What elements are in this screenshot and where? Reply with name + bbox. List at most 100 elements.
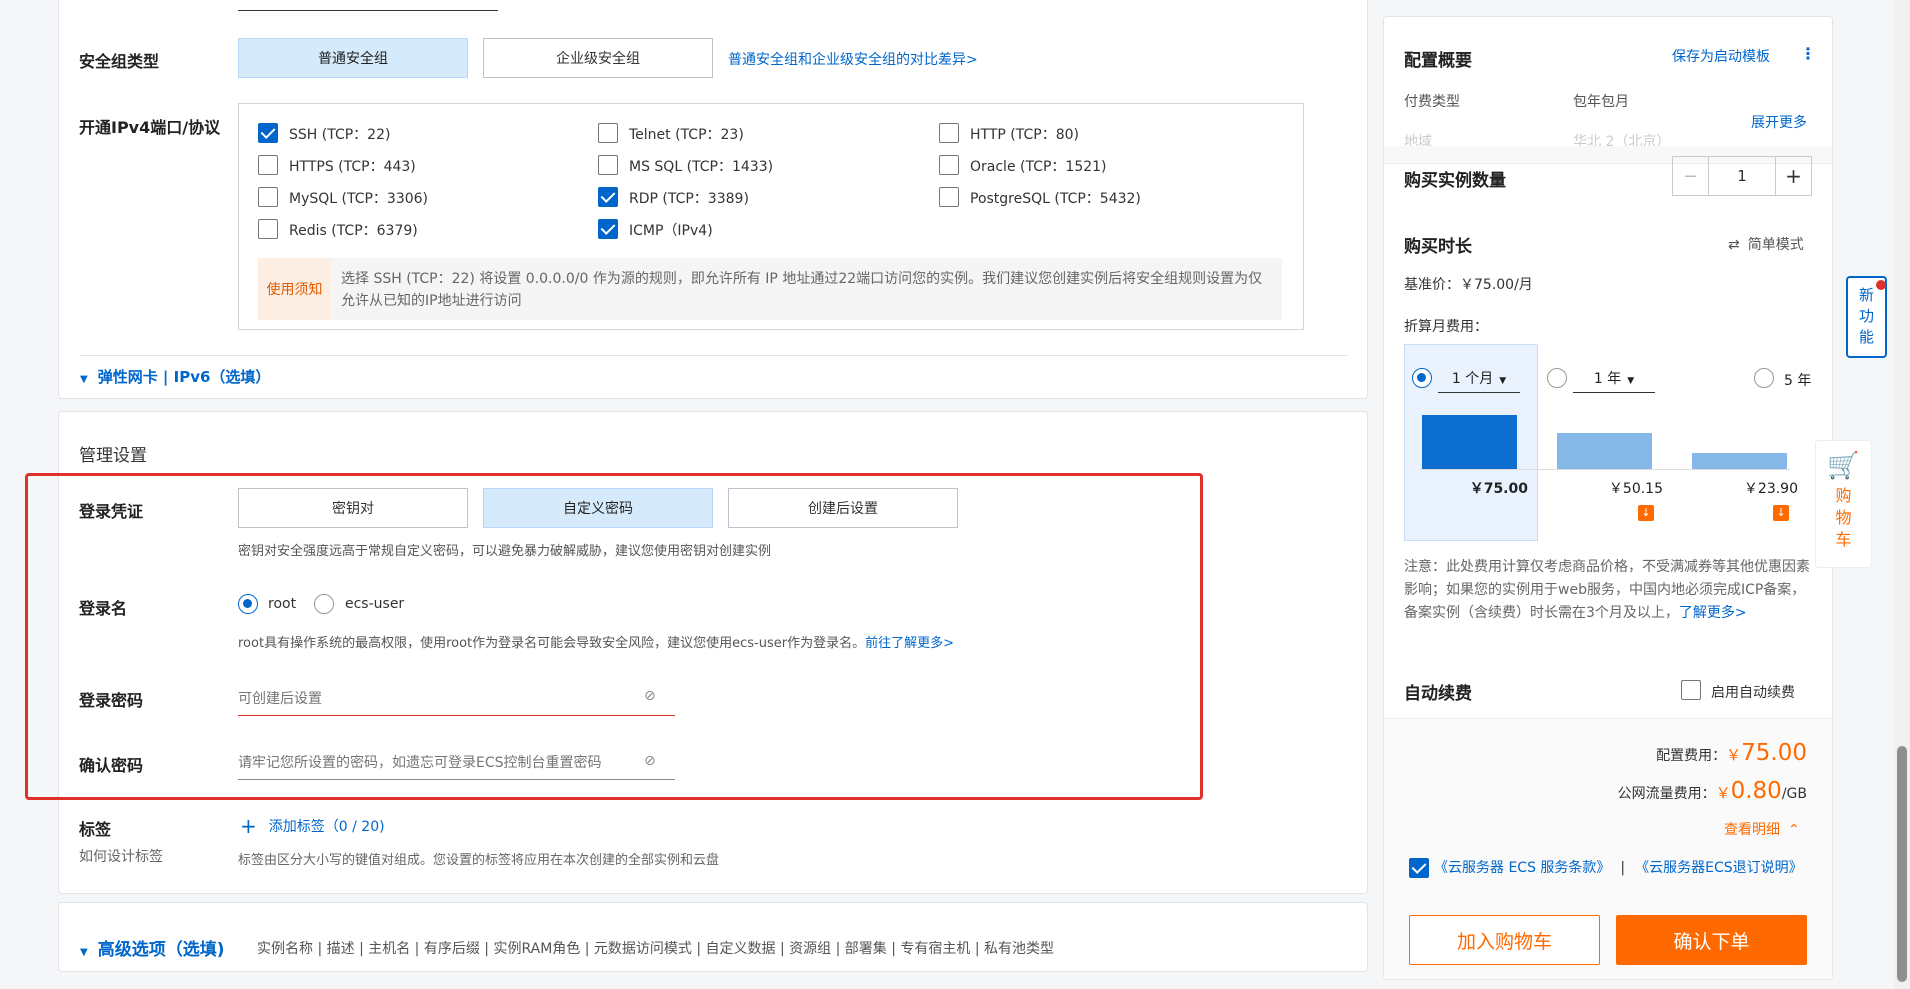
port-checkbox[interactable] [939,155,959,175]
simple-mode-toggle[interactable]: ⇄ 简单模式 [1728,234,1804,254]
caret-down-icon: ▼ [80,947,88,958]
top-divider [238,10,498,11]
cart-widget[interactable]: 🛒 购物车 [1815,440,1872,568]
port-label: SSH (TCP：22) [289,127,391,143]
plus-icon: + [240,814,257,838]
terms-link-1[interactable]: 《云服务器 ECS 服务条款》 [1434,860,1610,876]
duration-radio[interactable] [1754,368,1774,388]
port-label: Oracle (TCP：1521) [970,159,1107,175]
currency-symbol: ￥ [1715,784,1731,802]
advanced-panel [58,902,1368,972]
custom-password-button[interactable]: 自定义密码 [483,488,713,528]
duration-label[interactable]: 1 年 ▼ [1573,368,1655,393]
auto-renew-checkbox[interactable] [1681,680,1701,700]
port-label: MySQL (TCP：3306) [289,191,429,207]
duration-label: 购买时长 [1404,237,1472,257]
port-checkbox[interactable] [258,187,278,207]
caret-down-icon: ▼ [1499,376,1507,386]
quantity-value[interactable]: 1 [1709,157,1775,195]
notice-text: 选择 SSH (TCP：22) 将设置 0.0.0.0/0 作为源的规则，即允许… [341,271,1263,309]
view-detail-link[interactable]: 查看明细 ⌃ [1724,819,1800,839]
ecs-user-label: ecs-user [345,596,405,612]
discount-down-icon: ↓ [1638,505,1654,521]
port-checkbox[interactable] [939,123,959,143]
port-label: Redis (TCP：6379) [289,223,418,239]
duration-radio[interactable] [1547,368,1567,388]
traffic-unit: /GB [1781,786,1807,802]
advanced-items: 实例名称 | 描述 | 主机名 | 有序后缀 | 实例RAM角色 | 元数据访问… [257,941,1054,957]
section-divider [79,355,1347,356]
config-fee-label: 配置费用： [1656,748,1727,764]
duration-text: 1 个月 [1451,371,1494,387]
chevron-up-icon: ⌃ [1788,822,1800,838]
price-note: 注意：此处费用计算仅考虑商品价格，不受满减券等其他优惠因素影响；如果您的实例用于… [1404,556,1814,625]
password-input[interactable] [238,682,675,716]
port-checkbox[interactable] [939,187,959,207]
config-fee-value: 75.00 [1741,740,1807,766]
discount-down-icon: ↓ [1773,505,1789,521]
duration-price: ￥75.00 [1469,481,1528,497]
base-price: 基准价：￥75.00/月 [1404,277,1533,293]
eye-off-icon[interactable]: ⊘ [644,688,656,704]
port-label: ICMP（IPv4) [629,223,713,239]
port-checkbox[interactable] [258,155,278,175]
caret-down-icon: ▼ [1627,376,1635,386]
confirm-password-input[interactable] [238,746,675,780]
port-label: MS SQL (TCP：1433) [629,159,774,175]
port-checkbox[interactable] [598,187,618,207]
confirm-order-button[interactable]: 确认下单 [1616,915,1807,965]
price-bar [1692,453,1787,469]
scrollbar-thumb[interactable] [1897,746,1907,982]
login-name-label: 登录名 [79,599,128,618]
plus-button[interactable]: + [1775,157,1811,195]
root-radio[interactable] [238,594,258,614]
duration-label[interactable]: 1 个月 ▼ [1438,368,1520,393]
minus-button[interactable]: − [1673,157,1709,195]
add-to-cart-button[interactable]: 加入购物车 [1409,915,1600,965]
login-name-hint-text: root具有操作系统的最高权限，使用root作为登录名可能会导致安全风险，建议您… [238,636,866,651]
ecs-user-radio[interactable] [314,594,334,614]
advanced-label: 高级选项（选填) [97,940,225,960]
eni-label: 弹性网卡 | IPv6（选填） [97,368,271,386]
currency-symbol: ￥ [1726,746,1742,764]
root-label: root [268,596,297,612]
new-feature-label: 新功能 [1859,286,1875,346]
view-detail-label: 查看明细 [1724,822,1780,838]
port-checkbox[interactable] [598,155,618,175]
duration-price: ￥23.90 [1743,481,1798,497]
basic-security-group-button[interactable]: 普通安全组 [238,38,468,78]
security-group-label: 安全组类型 [79,52,160,71]
caret-down-icon: ▼ [80,374,88,385]
price-note-link[interactable]: 了解更多> [1679,605,1747,621]
port-checkbox[interactable] [258,219,278,239]
duration-radio[interactable] [1412,368,1432,388]
advanced-toggle[interactable]: ▼ 高级选项（选填) [80,935,224,960]
terms-link-2[interactable]: 《云服务器ECS退订说明》 [1635,860,1803,876]
keypair-button[interactable]: 密钥对 [238,488,468,528]
port-checkbox[interactable] [258,123,278,143]
set-after-create-button[interactable]: 创建后设置 [728,488,958,528]
tags-help-link[interactable]: 如何设计标签 [79,846,163,866]
port-checkbox[interactable] [598,123,618,143]
save-template-link[interactable]: 保存为启动模板 [1672,46,1770,66]
expand-more-link[interactable]: 展开更多 [1751,112,1807,132]
port-label: RDP (TCP：3389) [629,191,749,207]
learn-more-link[interactable]: 前往了解更多> [865,636,954,651]
compare-link[interactable]: 普通安全组和企业级安全组的对比差异> [728,49,978,69]
port-label: HTTP (TCP：80) [970,127,1079,143]
port-label: PostgreSQL (TCP：5432) [970,191,1141,207]
traffic-fee: 公网流量费用：￥0.80/GB [1560,778,1807,804]
eye-off-icon[interactable]: ⊘ [644,753,656,769]
eni-toggle[interactable]: ▼ 弹性网卡 | IPv6（选填） [80,366,270,387]
config-fee: 配置费用：￥75.00 [1560,740,1807,766]
enterprise-security-group-button[interactable]: 企业级安全组 [483,38,713,78]
terms-text: 《云服务器 ECS 服务条款》 | 《云服务器ECS退订说明》 [1404,857,1810,880]
quantity-label: 购买实例数量 [1404,171,1506,191]
more-vertical-icon[interactable]: ⋮ [1800,44,1816,63]
management-title: 管理设置 [79,446,147,466]
terms-separator: | [1620,860,1626,876]
port-checkbox[interactable] [598,219,618,239]
price-bar [1422,415,1517,469]
duration-label[interactable]: 5 年 [1784,370,1811,390]
add-tag-button[interactable]: + 添加标签（0 / 20) [240,814,385,838]
